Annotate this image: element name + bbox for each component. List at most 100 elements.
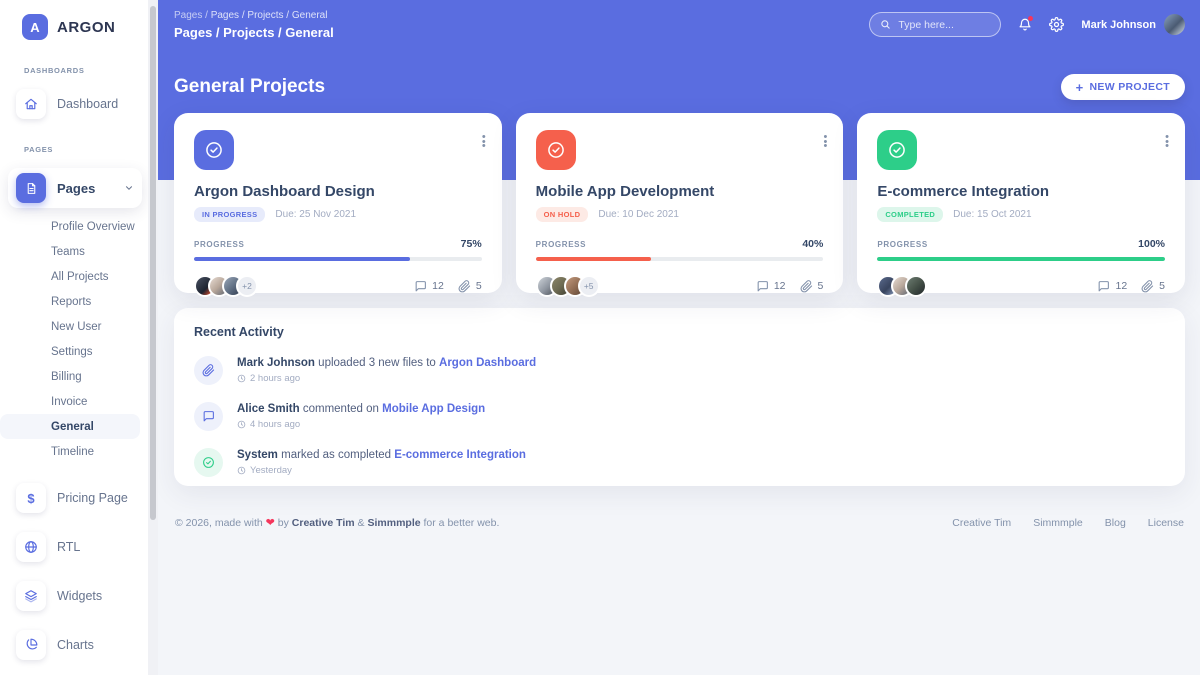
attachments-count[interactable]: 5 <box>458 280 482 293</box>
card-menu-button[interactable]: ••• <box>482 135 486 149</box>
document-icon <box>16 173 46 203</box>
globe-icon <box>16 532 46 562</box>
project-card-ecommerce-integration: ••• E-commerce Integration COMPLETED Due… <box>857 113 1185 293</box>
activity-link[interactable]: Argon Dashboard <box>439 357 536 369</box>
activity-text: Mark Johnson uploaded 3 new files to Arg… <box>237 356 536 369</box>
user-menu[interactable]: Mark Johnson <box>1081 14 1185 35</box>
project-title: Mobile App Development <box>536 183 824 200</box>
sidebar-subitem-new-user[interactable]: New User <box>0 314 148 339</box>
progress-label: PROGRESS <box>536 240 586 249</box>
user-name: Mark Johnson <box>1081 19 1156 31</box>
search-input[interactable] <box>898 19 988 31</box>
progress-value: 75% <box>461 238 482 250</box>
footer: © 2026, made with ❤ by Creative Tim & Si… <box>174 516 1185 529</box>
card-menu-button[interactable]: ••• <box>823 135 827 149</box>
sidebar-item-dashboard[interactable]: Dashboard <box>0 89 148 119</box>
search-box[interactable] <box>869 12 1001 37</box>
activity-link[interactable]: E-commerce Integration <box>394 449 526 461</box>
avatar-group[interactable]: +5 <box>536 275 600 297</box>
paperclip-icon <box>1141 280 1154 293</box>
card-menu-button[interactable]: ••• <box>1165 135 1169 149</box>
breadcrumb: Pages / Pages / Projects / General Pages… <box>174 10 334 40</box>
activity-item: Alice Smith commented on Mobile App Desi… <box>194 402 1165 431</box>
brand-icon: A <box>22 14 48 40</box>
sidebar: A ARGON DASHBOARDS Dashboard PAGES Pages… <box>0 0 148 675</box>
comment-icon <box>1097 280 1110 293</box>
sidebar-subitem-all-projects[interactable]: All Projects <box>0 264 148 289</box>
comments-count[interactable]: 12 <box>414 280 444 293</box>
progress-bar <box>877 257 1165 261</box>
search-icon <box>880 19 891 30</box>
sidebar-item-label: Pages <box>57 181 95 196</box>
sidebar-item-charts[interactable]: Charts <box>0 630 148 660</box>
clock-icon <box>237 466 246 475</box>
footer-link-blog[interactable]: Blog <box>1105 517 1126 529</box>
notifications-button[interactable] <box>1018 17 1032 32</box>
footer-link-license[interactable]: License <box>1148 517 1184 529</box>
footer-link-simmmple[interactable]: Simmmple <box>1033 517 1083 529</box>
new-project-button[interactable]: + NEW PROJECT <box>1061 74 1185 100</box>
sidebar-scrollbar-track[interactable] <box>148 0 158 675</box>
sidebar-subitem-timeline[interactable]: Timeline <box>0 439 148 464</box>
check-circle-icon <box>194 448 223 477</box>
copyright-text: © 2026, made with ❤ by Creative Tim & Si… <box>175 516 499 529</box>
notification-dot <box>1028 16 1033 21</box>
sidebar-subitem-reports[interactable]: Reports <box>0 289 148 314</box>
sidebar-section-pages: PAGES <box>0 145 148 154</box>
footer-links: Creative Tim Simmmple Blog License <box>952 517 1184 529</box>
sidebar-subitem-invoice[interactable]: Invoice <box>0 389 148 414</box>
sidebar-subitem-settings[interactable]: Settings <box>0 339 148 364</box>
comment-icon <box>414 280 427 293</box>
progress-bar-fill <box>877 257 1165 261</box>
avatar <box>1164 14 1185 35</box>
clock-icon <box>237 374 246 383</box>
progress-value: 40% <box>802 238 823 250</box>
activity-link[interactable]: Mobile App Design <box>382 403 485 415</box>
progress-value: 100% <box>1138 238 1165 250</box>
activity-time: 4 hours ago <box>237 419 485 430</box>
sidebar-scrollbar-thumb[interactable] <box>150 6 156 520</box>
sidebar-item-widgets[interactable]: Widgets <box>0 581 148 611</box>
sidebar-subitem-general[interactable]: General <box>0 414 140 439</box>
breadcrumb-root[interactable]: Pages <box>174 10 202 21</box>
new-project-label: NEW PROJECT <box>1090 81 1170 93</box>
sidebar-item-pricing-page[interactable]: $ Pricing Page <box>0 483 148 513</box>
paperclip-icon <box>194 356 223 385</box>
avatar-group[interactable]: +2 <box>194 275 258 297</box>
due-date: Due: 10 Dec 2021 <box>598 209 679 220</box>
comment-icon <box>194 402 223 431</box>
footer-link-creative-tim[interactable]: Creative Tim <box>952 517 1011 529</box>
breadcrumb-title: Pages / Projects / General <box>174 25 334 40</box>
comments-count[interactable]: 12 <box>1097 280 1127 293</box>
check-circle-icon <box>194 130 234 170</box>
layers-icon <box>16 581 46 611</box>
sidebar-item-rtl[interactable]: RTL <box>0 532 148 562</box>
footer-creative-tim[interactable]: Creative Tim <box>292 517 355 529</box>
dollar-icon: $ <box>16 483 46 513</box>
comments-count[interactable]: 12 <box>756 280 786 293</box>
status-badge: ON HOLD <box>536 207 589 222</box>
sidebar-item-label: Pricing Page <box>57 491 128 505</box>
avatar-group[interactable] <box>877 275 927 297</box>
sidebar-subitem-teams[interactable]: Teams <box>0 239 148 264</box>
paperclip-icon <box>458 280 471 293</box>
sidebar-item-label: RTL <box>57 540 80 554</box>
sidebar-subitem-billing[interactable]: Billing <box>0 364 148 389</box>
footer-simmmple[interactable]: Simmmple <box>367 517 420 529</box>
breadcrumb-current: Pages / Projects / General <box>211 10 328 21</box>
project-card-argon-dashboard-design: ••• Argon Dashboard Design IN PROGRESS D… <box>174 113 502 293</box>
progress-bar-fill <box>194 257 410 261</box>
settings-gear-button[interactable] <box>1049 17 1064 32</box>
brand-logo[interactable]: A ARGON <box>0 12 148 40</box>
sidebar-item-label: Widgets <box>57 589 102 603</box>
attachments-count[interactable]: 5 <box>1141 280 1165 293</box>
activity-text: Alice Smith commented on Mobile App Desi… <box>237 402 485 415</box>
plus-icon: + <box>1076 80 1084 95</box>
check-circle-icon <box>536 130 576 170</box>
sidebar-item-pages[interactable]: Pages <box>8 168 142 208</box>
activity-item: System marked as completed E-commerce In… <box>194 448 1165 477</box>
attachments-count[interactable]: 5 <box>800 280 824 293</box>
sidebar-subitem-profile-overview[interactable]: Profile Overview <box>0 214 148 239</box>
progress-label: PROGRESS <box>194 240 244 249</box>
comment-icon <box>756 280 769 293</box>
